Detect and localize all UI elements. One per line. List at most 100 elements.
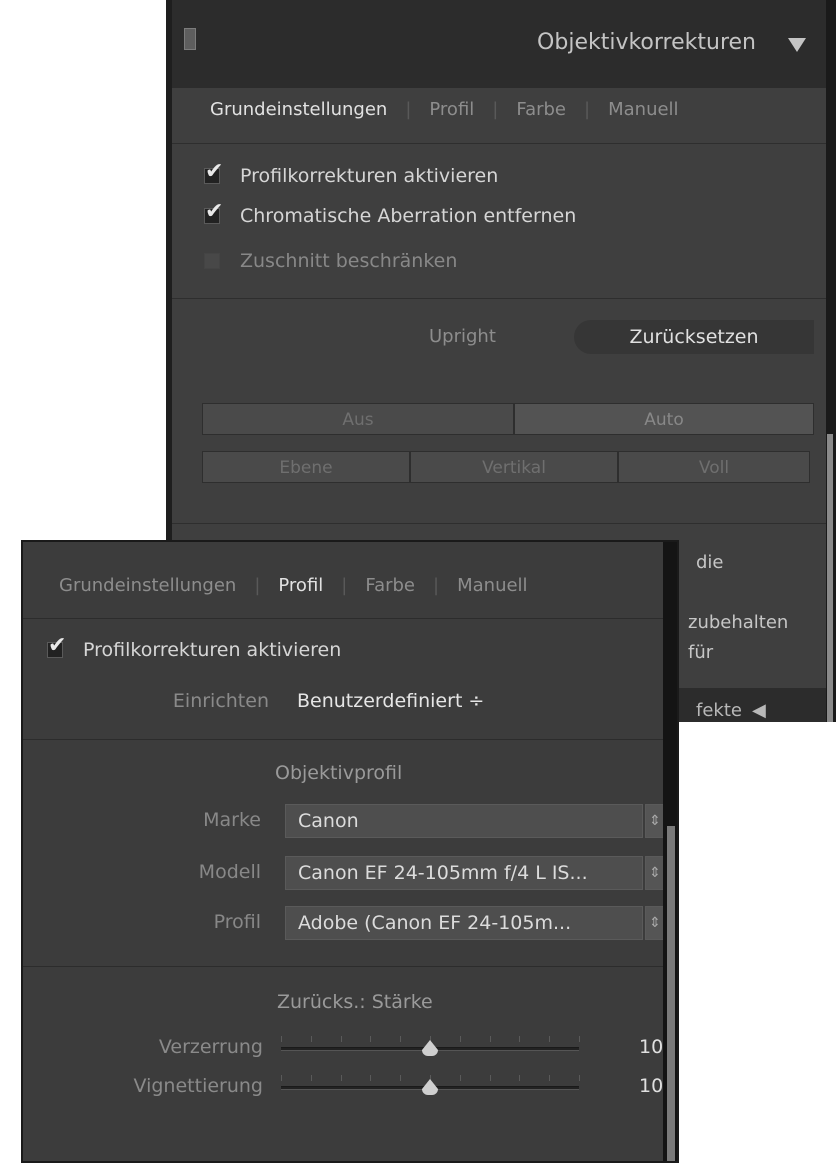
- distortion-value[interactable]: 10: [639, 1036, 663, 1058]
- tab-separator: |: [584, 99, 591, 120]
- model-row: Modell Canon EF 24-105mm f/4 L IS... ⇕: [23, 856, 667, 890]
- divider: [23, 966, 663, 967]
- collapse-triangle-icon[interactable]: [788, 38, 806, 52]
- setup-select[interactable]: Benutzerdefiniert ÷: [297, 690, 484, 712]
- divider: [23, 618, 663, 619]
- checkbox-label: Profilkorrekturen aktivieren: [240, 165, 499, 187]
- checkbox[interactable]: [47, 633, 66, 658]
- amount-title: Zurücks.: Stärke: [277, 991, 433, 1013]
- make-row: Marke Canon ⇕: [23, 804, 667, 838]
- tab-bar: Grundeinstellungen | Profil | Farbe | Ma…: [210, 99, 679, 120]
- slider-tick: [519, 1036, 521, 1042]
- make-value: Canon: [298, 810, 359, 832]
- upright-full-button[interactable]: Voll: [618, 451, 810, 483]
- setup-label: Einrichten: [172, 690, 269, 712]
- slider-tick: [459, 1036, 461, 1042]
- panel-solo-toggle-icon[interactable]: [184, 28, 196, 50]
- upright-off-button[interactable]: Aus: [202, 403, 514, 435]
- slider-tick: [370, 1036, 372, 1042]
- slider-tick: [579, 1075, 580, 1081]
- make-label: Marke: [203, 809, 261, 831]
- slider-tick: [310, 1075, 312, 1081]
- tab-manuell[interactable]: Manuell: [457, 575, 527, 596]
- checkbox[interactable]: [204, 253, 220, 269]
- slider-tick: [579, 1036, 580, 1042]
- partial-text: die: [696, 552, 724, 573]
- slider-tick: [400, 1036, 402, 1042]
- slider-tick: [459, 1075, 461, 1081]
- scrollbar-thumb[interactable]: [667, 826, 675, 1161]
- stepper-icon[interactable]: ⇕: [645, 906, 665, 940]
- panel-header[interactable]: Objektivkorrekturen: [172, 0, 836, 88]
- tab-separator: |: [254, 575, 261, 596]
- checkbox[interactable]: [204, 199, 223, 224]
- distortion-slider-thumb[interactable]: [422, 1040, 438, 1056]
- slider-tick: [489, 1075, 491, 1081]
- stepper-icon[interactable]: ⇕: [645, 856, 665, 890]
- slider-tick: [340, 1075, 342, 1081]
- next-panel-title: fekte: [696, 700, 742, 721]
- slider-tick: [519, 1075, 521, 1081]
- partial-text: zubehalten: [688, 612, 789, 633]
- profile-value: Adobe (Canon EF 24-105m...: [298, 912, 572, 934]
- upright-vertical-button[interactable]: Vertikal: [410, 451, 618, 483]
- panel-title: Objektivkorrekturen: [537, 30, 756, 55]
- constrain-crop-row[interactable]: Zuschnitt beschränken: [204, 250, 457, 272]
- tab-manuell[interactable]: Manuell: [608, 99, 678, 120]
- slider-tick: [549, 1036, 551, 1042]
- tab-separator: |: [433, 575, 440, 596]
- divider: [172, 298, 826, 299]
- profile-row: Profil Adobe (Canon EF 24-105m... ⇕: [23, 906, 667, 940]
- upright-auto-button[interactable]: Auto: [514, 403, 814, 435]
- slider-tick: [370, 1075, 372, 1081]
- slider-tick: [310, 1036, 312, 1042]
- upright-mode-buttons: Aus Auto: [202, 403, 814, 435]
- expand-triangle-icon[interactable]: ◀: [752, 700, 766, 721]
- enable-profile-corrections-row[interactable]: Profilkorrekturen aktivieren: [47, 633, 342, 661]
- tab-profil[interactable]: Profil: [278, 575, 323, 596]
- enable-profile-corrections-row[interactable]: Profilkorrekturen aktivieren: [204, 159, 499, 187]
- vignetting-value[interactable]: 10: [639, 1075, 663, 1097]
- tab-separator: |: [492, 99, 499, 120]
- divider: [23, 739, 663, 740]
- checkbox-label: Chromatische Aberration entfernen: [240, 205, 577, 227]
- tab-farbe[interactable]: Farbe: [365, 575, 415, 596]
- vignetting-slider-row: Vignettierung 10: [23, 1073, 667, 1103]
- slider-tick: [340, 1036, 342, 1042]
- checkbox[interactable]: [204, 159, 223, 184]
- profile-select[interactable]: Adobe (Canon EF 24-105m...: [285, 906, 643, 940]
- reset-button[interactable]: Zurücksetzen: [574, 320, 814, 354]
- checkbox-label: Zuschnitt beschränken: [240, 250, 458, 272]
- lens-corrections-panel-profile: Grundeinstellungen | Profil | Farbe | Ma…: [21, 540, 679, 1163]
- divider: [172, 143, 826, 144]
- tab-separator: |: [341, 575, 348, 596]
- profile-label: Profil: [213, 911, 261, 933]
- stepper-icon[interactable]: ⇕: [645, 804, 665, 838]
- vignetting-slider-thumb[interactable]: [422, 1079, 438, 1095]
- tab-separator: |: [405, 99, 412, 120]
- tab-grundeinstellungen[interactable]: Grundeinstellungen: [210, 99, 387, 120]
- slider-tick: [400, 1075, 402, 1081]
- tab-farbe[interactable]: Farbe: [516, 99, 566, 120]
- upright-level-buttons: Ebene Vertikal Voll: [202, 451, 810, 483]
- slider-tick: [489, 1036, 491, 1042]
- tab-profil[interactable]: Profil: [429, 99, 474, 120]
- partial-text: für: [688, 642, 714, 663]
- slider-tick: [281, 1075, 282, 1081]
- model-label: Modell: [198, 861, 261, 883]
- scrollbar-thumb[interactable]: [827, 434, 833, 722]
- distortion-slider-row: Verzerrung 10: [23, 1034, 667, 1064]
- make-select[interactable]: Canon: [285, 804, 643, 838]
- vignetting-label: Vignettierung: [133, 1075, 263, 1097]
- divider: [172, 523, 826, 524]
- tab-grundeinstellungen[interactable]: Grundeinstellungen: [59, 575, 236, 596]
- model-value: Canon EF 24-105mm f/4 L IS...: [298, 862, 588, 884]
- remove-chromatic-aberration-row[interactable]: Chromatische Aberration entfernen: [204, 199, 577, 227]
- model-select[interactable]: Canon EF 24-105mm f/4 L IS...: [285, 856, 643, 890]
- slider-tick: [281, 1036, 282, 1042]
- tab-bar: Grundeinstellungen | Profil | Farbe | Ma…: [59, 575, 528, 596]
- upright-label: Upright: [429, 326, 496, 347]
- distortion-label: Verzerrung: [158, 1036, 263, 1058]
- checkbox-label: Profilkorrekturen aktivieren: [83, 639, 342, 661]
- upright-level-button[interactable]: Ebene: [202, 451, 410, 483]
